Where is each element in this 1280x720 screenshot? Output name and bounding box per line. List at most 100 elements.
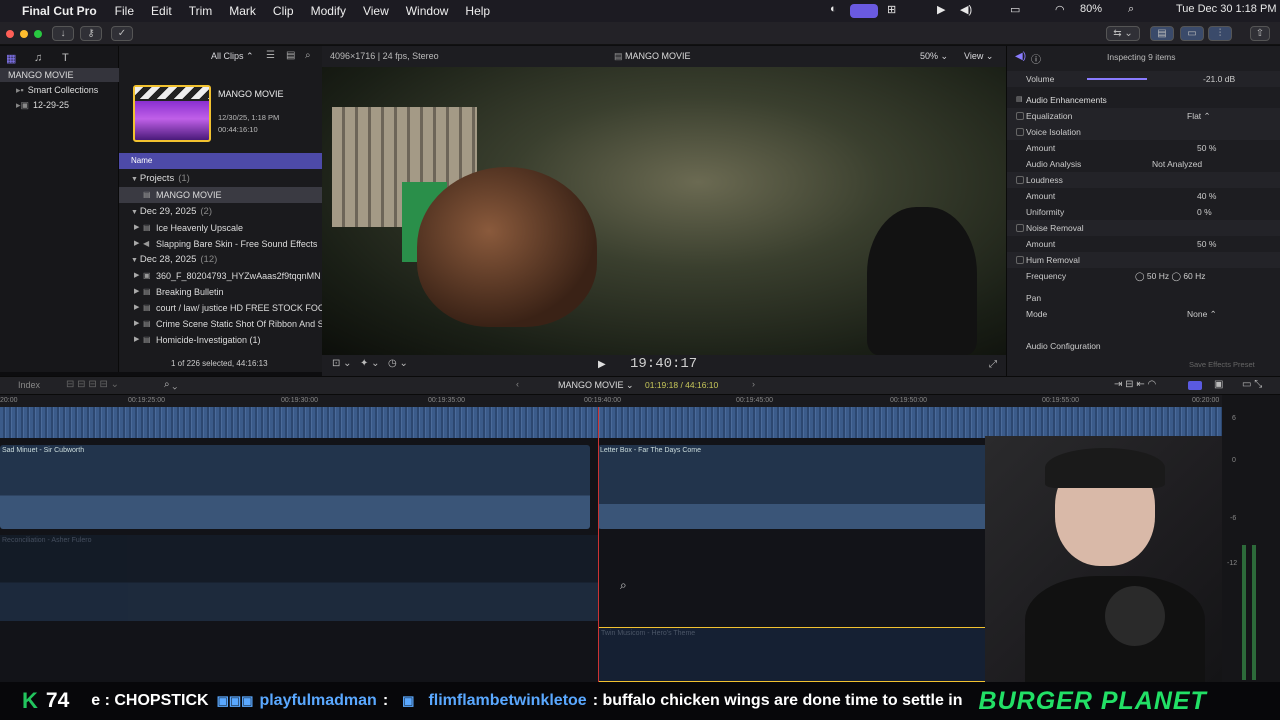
checkbox[interactable] — [1016, 224, 1024, 232]
audio-inspector-icon[interactable]: ◀) — [1015, 51, 1026, 62]
list-item[interactable]: ▶ ▤ Homicide-Investigation (1) — [119, 332, 322, 348]
inspector-row[interactable]: Noise Removal — [1007, 220, 1280, 236]
menu-mark[interactable]: Mark — [229, 4, 256, 18]
view-dropdown[interactable]: View ⌄ — [964, 51, 993, 62]
snapping-icon[interactable] — [1188, 381, 1202, 390]
inspector-row-value[interactable]: ◯ 50 Hz ◯ 60 Hz — [1135, 268, 1206, 284]
menu-help[interactable]: Help — [465, 4, 490, 18]
clip-appearance-icon[interactable]: ▤ — [286, 50, 295, 61]
inspector-row-value[interactable]: None ⌃ — [1187, 306, 1217, 322]
inspector-row-value[interactable]: 50 % — [1197, 140, 1216, 156]
menu-view[interactable]: View — [363, 4, 389, 18]
playhead[interactable] — [598, 407, 599, 682]
group-projects[interactable]: ▼ Projects (1) — [119, 171, 322, 187]
background-tasks-icon[interactable]: ✓ — [111, 26, 133, 41]
keyword-icon[interactable]: ⚷ — [80, 26, 102, 41]
audio-clip-selected[interactable]: Twin Musicom - Hero's Theme — [598, 627, 988, 682]
menubar-clock[interactable]: Tue Dec 30 1:18 PM — [1176, 3, 1276, 15]
checkbox[interactable] — [1016, 128, 1024, 136]
timeline-view-icons[interactable]: ⇥ ⊟ ⇤ ◠ — [1114, 379, 1156, 390]
zoom-window-button[interactable] — [34, 30, 42, 38]
inspector-row[interactable]: Hum Removal — [1007, 252, 1280, 268]
checkbox[interactable] — [1016, 176, 1024, 184]
group-dec28[interactable]: ▼ Dec 28, 2025 (12) — [119, 252, 322, 268]
inspector-row-value[interactable]: Flat ⌃ — [1187, 108, 1211, 124]
audio-clip[interactable]: Sad Minuet - Sir Cubworth — [0, 445, 590, 529]
save-effects-preset-button[interactable]: Save Effects Preset — [1189, 360, 1255, 369]
timeline-toggle-icon[interactable]: ▭ — [1180, 26, 1204, 41]
play-button[interactable]: ▶ — [598, 359, 606, 370]
checkbox[interactable] — [1016, 256, 1024, 264]
smart-collections-item[interactable]: ▸▪ Smart Collections — [0, 83, 119, 97]
titles-icon[interactable]: T — [62, 52, 69, 64]
inspector-row[interactable]: Amount 50 % — [1007, 236, 1280, 252]
disclosure-icon[interactable]: ▶ — [134, 332, 139, 348]
status-icon[interactable]: ◐ — [830, 3, 837, 15]
volume-icon[interactable]: ◀) — [960, 3, 972, 16]
inspector-row-value[interactable]: 0 % — [1197, 204, 1212, 220]
zoom-dropdown[interactable]: 50% ⌄ — [920, 51, 948, 62]
inspector-row-value[interactable]: Not Analyzed — [1152, 156, 1202, 172]
menu-modify[interactable]: Modify — [311, 4, 346, 18]
list-item[interactable]: ▤ MANGO MOVIE — [119, 187, 322, 203]
disclosure-icon[interactable]: ▶ — [134, 236, 139, 252]
clip-appearance-icon[interactable]: ▣ — [1214, 379, 1223, 390]
audio-clip[interactable]: Reconciliation - Asher Fulero — [0, 535, 598, 621]
inspector-row[interactable]: Frequency ◯ 50 Hz ◯ 60 Hz — [1007, 268, 1280, 284]
checkbox[interactable] — [1016, 112, 1024, 120]
disclosure-icon[interactable]: ▼ — [131, 176, 140, 183]
inspector-row[interactable]: Uniformity 0 % — [1007, 204, 1280, 220]
list-item[interactable]: ▶ ◀ Slapping Bare Skin - Free Sound Effect… — [119, 236, 322, 252]
inspector-row[interactable]: Loudness — [1007, 172, 1280, 188]
zoom-tool-icon[interactable]: ⌕ ⌄ — [164, 379, 177, 390]
volume-value[interactable]: -21.0 dB — [1203, 71, 1235, 87]
project-thumbnail[interactable] — [133, 85, 211, 142]
enhance-icon[interactable]: ✦ ⌄ — [360, 358, 380, 369]
photos-icon[interactable]: ♫ — [34, 52, 42, 64]
back-arrow-icon[interactable]: ‹ — [516, 379, 519, 389]
inspector-row[interactable]: Amount 40 % — [1007, 188, 1280, 204]
menu-trim[interactable]: Trim — [189, 4, 213, 18]
disclosure-icon[interactable]: ▶ — [134, 220, 139, 236]
transform-icon[interactable]: ⊡ ⌄ — [332, 358, 352, 369]
timeline-ruler[interactable]: 20:00 00:19:25:00 00:19:30:00 00:19:35:0… — [0, 395, 1222, 407]
disclosure-icon[interactable]: ▶ — [134, 268, 139, 284]
audio-configuration-header[interactable]: Audio Configuration — [1007, 338, 1280, 354]
library-item[interactable]: MANGO MOVIE — [0, 68, 119, 82]
disclosure-icon[interactable]: ▶ — [134, 284, 139, 300]
inspector-row[interactable]: Equalization Flat ⌃ — [1007, 108, 1280, 124]
close-window-button[interactable] — [6, 30, 14, 38]
list-item[interactable]: ▶ ▤ Breaking Bulletin — [119, 284, 322, 300]
info-icon[interactable]: ⓘ — [1031, 51, 1041, 66]
group-dec29[interactable]: ▼ Dec 29, 2025 (2) — [119, 204, 322, 220]
volume-slider[interactable] — [1087, 78, 1147, 80]
list-item[interactable]: ▶ ▤ court / law/ justice HD FREE STOCK FOO — [119, 300, 322, 316]
menu-window[interactable]: Window — [406, 4, 449, 18]
inspector-row-value[interactable]: 40 % — [1197, 188, 1216, 204]
screen-record-icon[interactable] — [850, 4, 878, 18]
clip-filter-dropdown[interactable]: All Clips ⌃ — [211, 51, 254, 62]
inspector-row[interactable]: Voice Isolation — [1007, 124, 1280, 140]
menu-app-name[interactable]: Final Cut Pro — [22, 4, 97, 18]
audio-meters-icon[interactable]: ▭ ⤡ — [1242, 379, 1262, 390]
minimize-window-button[interactable] — [20, 30, 28, 38]
disclosure-icon[interactable]: ▼ — [131, 209, 140, 216]
browser-toggle-icon[interactable]: ▤ — [1150, 26, 1174, 41]
menu-file[interactable]: File — [115, 4, 134, 18]
audio-enhancements-header[interactable]: ▤ Audio Enhancements — [1007, 92, 1280, 108]
menu-edit[interactable]: Edit — [151, 4, 172, 18]
event-item[interactable]: ▸▣ 12-29-25 — [0, 98, 119, 112]
inspector-row[interactable]: Pan — [1007, 290, 1280, 306]
battery-label[interactable]: 80% — [1080, 3, 1102, 15]
display-icon[interactable]: ▭ — [1010, 3, 1020, 16]
play-icon[interactable]: ▶ — [937, 3, 945, 16]
speed-icon[interactable]: ◷ ⌄ — [388, 358, 408, 369]
inspector-row[interactable]: Audio Analysis Not Analyzed — [1007, 156, 1280, 172]
menu-clip[interactable]: Clip — [273, 4, 294, 18]
search-icon[interactable]: ⌕ — [1128, 3, 1134, 16]
video-frame[interactable] — [322, 67, 1006, 355]
workspace-icon[interactable]: ⇆ ⌄ — [1106, 26, 1140, 41]
primary-storyline-waveform[interactable] — [0, 407, 1222, 438]
inspector-row[interactable]: Mode None ⌃ — [1007, 306, 1280, 322]
disclosure-icon[interactable]: ▶ — [134, 316, 139, 332]
